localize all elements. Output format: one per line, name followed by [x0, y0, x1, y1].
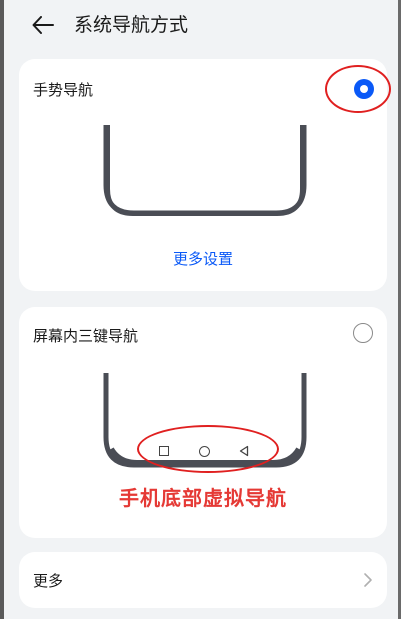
three-key-navigation-card[interactable]: 屏幕内三键导航 手机底部虚拟导航 [19, 307, 387, 538]
nav-keys-highlight-ellipse [137, 425, 279, 473]
bottom-virtual-navigation-annotation: 手机底部虚拟导航 [119, 486, 287, 510]
more-row[interactable]: 更多 [19, 552, 387, 608]
arrow-left-icon [32, 16, 54, 34]
page-title: 系统导航方式 [74, 14, 189, 36]
screen-left-edge [0, 0, 4, 619]
phone-gesture-illustration [103, 125, 307, 216]
chevron-right-icon [364, 573, 372, 587]
gesture-navigation-card[interactable]: 手势导航 更多设置 [19, 59, 391, 291]
header: 系统导航方式 [0, 0, 401, 52]
more-settings-link[interactable]: 更多设置 [19, 248, 387, 269]
back-button[interactable] [28, 10, 58, 40]
more-label: 更多 [33, 572, 64, 590]
